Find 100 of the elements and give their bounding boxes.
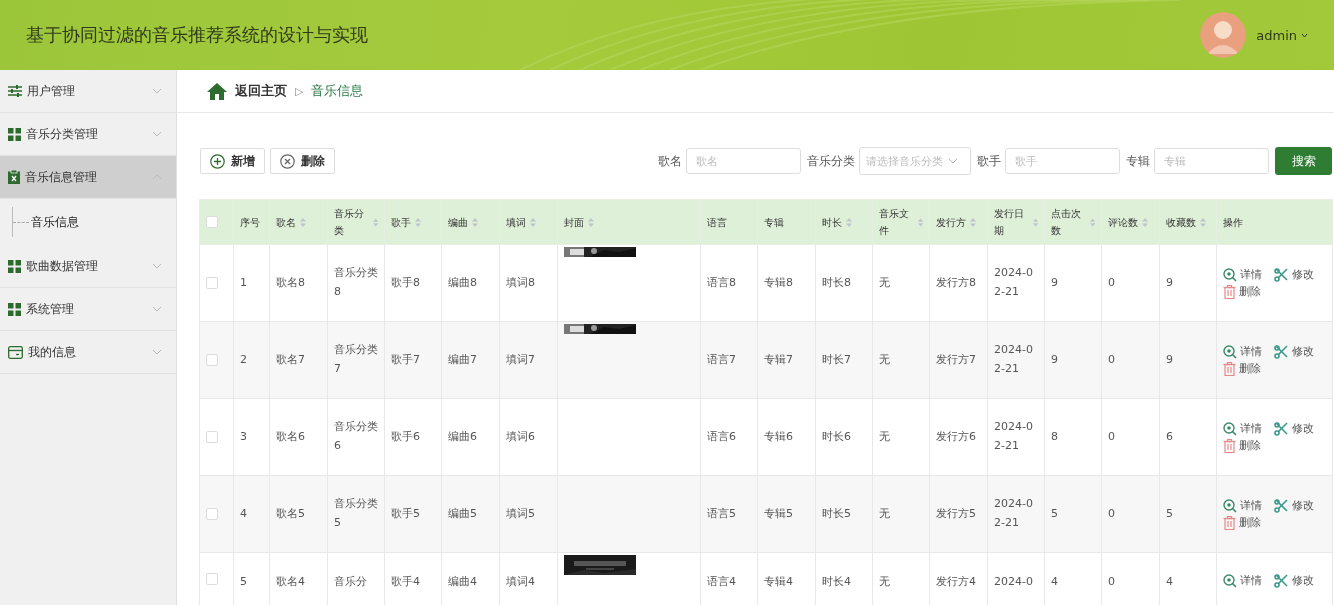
grid-icon [8,302,21,316]
home-icon[interactable] [207,82,227,100]
delete-button[interactable]: 删除 [1223,361,1261,376]
table-cell: 音乐分 [334,575,367,588]
sort-icon[interactable] [1142,217,1148,227]
table-cell: 歌名5 [276,506,305,520]
table-cell: 发行方6 [936,429,976,443]
checkbox[interactable] [206,354,218,366]
table-cell: 无 [879,506,890,520]
detail-button[interactable]: 详情 [1223,421,1262,436]
table-cell: 4 [240,506,247,520]
chevron-icon [152,349,162,355]
breadcrumb-separator: ▷ [295,84,304,98]
input-field[interactable]: 歌手 [1005,148,1120,174]
table-cell: 0 [1108,429,1115,443]
column-header: 发行方 [936,215,966,230]
column-header: 封面 [564,215,584,230]
checkbox[interactable] [206,277,218,289]
sort-icon[interactable] [846,217,852,227]
checkbox[interactable] [206,431,218,443]
search-button[interactable]: 搜索 [1275,147,1332,175]
sort-icon[interactable] [917,217,923,227]
delete-button[interactable]: 删除 [1223,284,1261,299]
close-circle-icon [280,153,295,169]
detail-button[interactable]: 详情 [1223,267,1262,282]
sort-icon[interactable] [530,217,536,227]
edit-button[interactable]: 修改 [1274,498,1314,513]
column-header: 操作 [1223,215,1243,230]
detail-button[interactable]: 详情 [1223,344,1262,359]
sidebar-subitem[interactable]: 音乐信息 [31,213,79,231]
delete-button[interactable]: 删除 [1223,438,1261,453]
edit-button[interactable]: 修改 [1274,573,1314,588]
sliders-icon [8,85,22,97]
table-cell: 填词8 [506,275,535,289]
chevron-icon [152,263,162,269]
edit-button[interactable]: 修改 [1274,421,1314,436]
table-cell: 4 [1051,575,1058,588]
table-cell: 专辑7 [764,352,793,366]
table-cell: 1 [240,275,247,289]
table-cell: 填词6 [506,429,535,443]
table-cell: 歌手6 [391,429,420,443]
table-cell: 2024-02-21 [994,497,1033,529]
edit-button[interactable]: 修改 [1274,267,1314,282]
filter-label: 歌手 [977,152,1001,170]
table-cell: 时长6 [822,429,851,443]
table-cell: 编曲4 [448,575,477,588]
filter-label: 专辑 [1126,152,1150,170]
checkbox[interactable] [206,508,218,520]
sort-icon[interactable] [300,217,306,227]
table-cell: 发行方7 [936,352,976,366]
edit-button[interactable]: 修改 [1274,344,1314,359]
sidebar-item[interactable]: 歌曲数据管理 [0,245,176,288]
add-button[interactable]: 新增 [200,148,265,174]
sidebar-item[interactable]: 音乐信息管理 [0,156,176,199]
sidebar-item[interactable]: 系统管理 [0,288,176,331]
checkbox[interactable] [206,216,218,228]
sidebar-item[interactable]: 用户管理 [0,70,176,113]
detail-button[interactable]: 详情 [1223,573,1262,588]
table-cell: 发行方5 [936,506,976,520]
table-cell: 歌名6 [276,429,305,443]
scissors-icon [1274,421,1289,436]
table-cell: 语言4 [707,575,736,588]
sort-icon[interactable] [472,217,478,227]
sort-icon[interactable] [415,217,421,227]
filter-label: 歌名 [658,152,682,170]
table-cell: 音乐分类7 [334,343,378,375]
delete-button[interactable]: 删除 [270,148,335,174]
search-icon [1223,421,1237,436]
table-cell: 0 [1108,352,1115,366]
app-title: 基于协同过滤的音乐推荐系统的设计与实现 [26,23,368,47]
chevron-icon [152,131,162,137]
sort-icon[interactable] [1032,217,1038,227]
breadcrumb-current: 音乐信息 [311,82,364,100]
sort-icon[interactable] [588,217,594,227]
table-cell: 编曲8 [448,275,477,289]
table-cell: 歌手8 [391,275,420,289]
table-cell: 编曲7 [448,352,477,366]
input-field[interactable]: 专辑 [1154,148,1269,174]
table-cell: 无 [879,575,890,588]
clipboard-icon [8,170,20,184]
detail-button[interactable]: 详情 [1223,498,1262,513]
table-cell: 时长8 [822,275,851,289]
delete-button[interactable]: 删除 [1223,515,1261,530]
sort-icon[interactable] [1200,217,1206,227]
home-link[interactable]: 返回主页 [235,82,287,100]
sort-icon[interactable] [372,217,378,227]
table-cell: 2024-0 [994,575,1033,588]
sort-icon[interactable] [970,217,976,227]
user-menu[interactable]: admin [1256,27,1308,43]
avatar-icon[interactable] [1200,12,1247,58]
trash-icon [1223,438,1236,453]
column-header: 语言 [707,215,727,230]
sidebar-item[interactable]: 我的信息 [0,331,176,374]
sort-icon[interactable] [1089,217,1095,227]
table-cell: 无 [879,275,890,289]
checkbox[interactable] [206,573,218,585]
table-cell: 歌手7 [391,352,420,366]
column-header: 歌手 [391,215,411,230]
table-cell: 填词5 [506,506,535,520]
input-field[interactable]: 歌名 [686,148,801,174]
